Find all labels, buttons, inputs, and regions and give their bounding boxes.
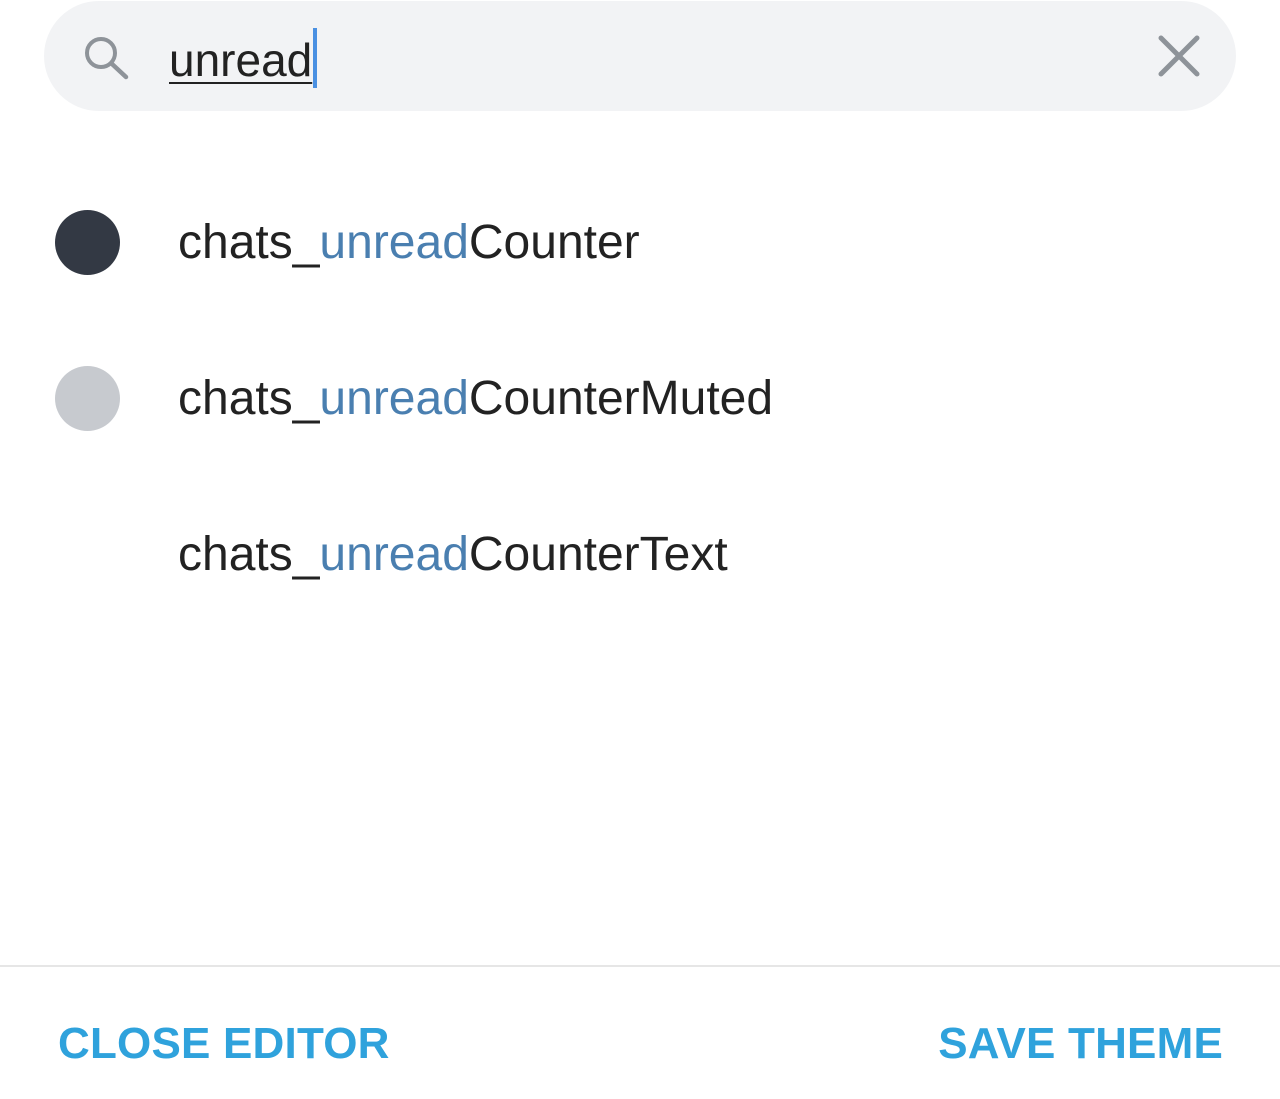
color-swatch — [55, 522, 120, 587]
color-swatch — [55, 210, 120, 275]
label-suffix: Counter — [468, 216, 640, 269]
close-editor-button[interactable]: CLOSE EDITOR — [58, 1018, 390, 1070]
label-prefix: chats_ — [178, 216, 320, 269]
text-cursor — [313, 28, 318, 88]
label-suffix: CounterText — [468, 528, 728, 581]
result-label: chats_unreadCounterMuted — [178, 371, 773, 427]
save-theme-button[interactable]: SAVE THEME — [938, 1018, 1223, 1070]
label-match: unread — [319, 528, 469, 581]
label-prefix: chats_ — [178, 528, 320, 581]
footer-divider — [0, 965, 1280, 967]
result-row-chats-unreadcountertext[interactable]: chats_unreadCounterText — [0, 489, 1280, 619]
result-label: chats_unreadCounterText — [178, 527, 728, 583]
label-match: unread — [319, 216, 469, 269]
label-prefix: chats_ — [178, 372, 320, 425]
label-suffix: CounterMuted — [468, 372, 774, 425]
search-input-value: unread — [169, 34, 313, 86]
search-icon — [85, 37, 129, 80]
result-label: chats_unreadCounter — [178, 215, 640, 271]
search-input[interactable]: unread — [169, 28, 318, 89]
close-icon[interactable] — [1157, 34, 1201, 78]
color-swatch — [55, 366, 120, 431]
label-match: unread — [319, 372, 469, 425]
result-row-chats-unreadcountermuted[interactable]: chats_unreadCounterMuted — [0, 333, 1280, 463]
result-row-chats-unreadcounter[interactable]: chats_unreadCounter — [0, 177, 1280, 307]
